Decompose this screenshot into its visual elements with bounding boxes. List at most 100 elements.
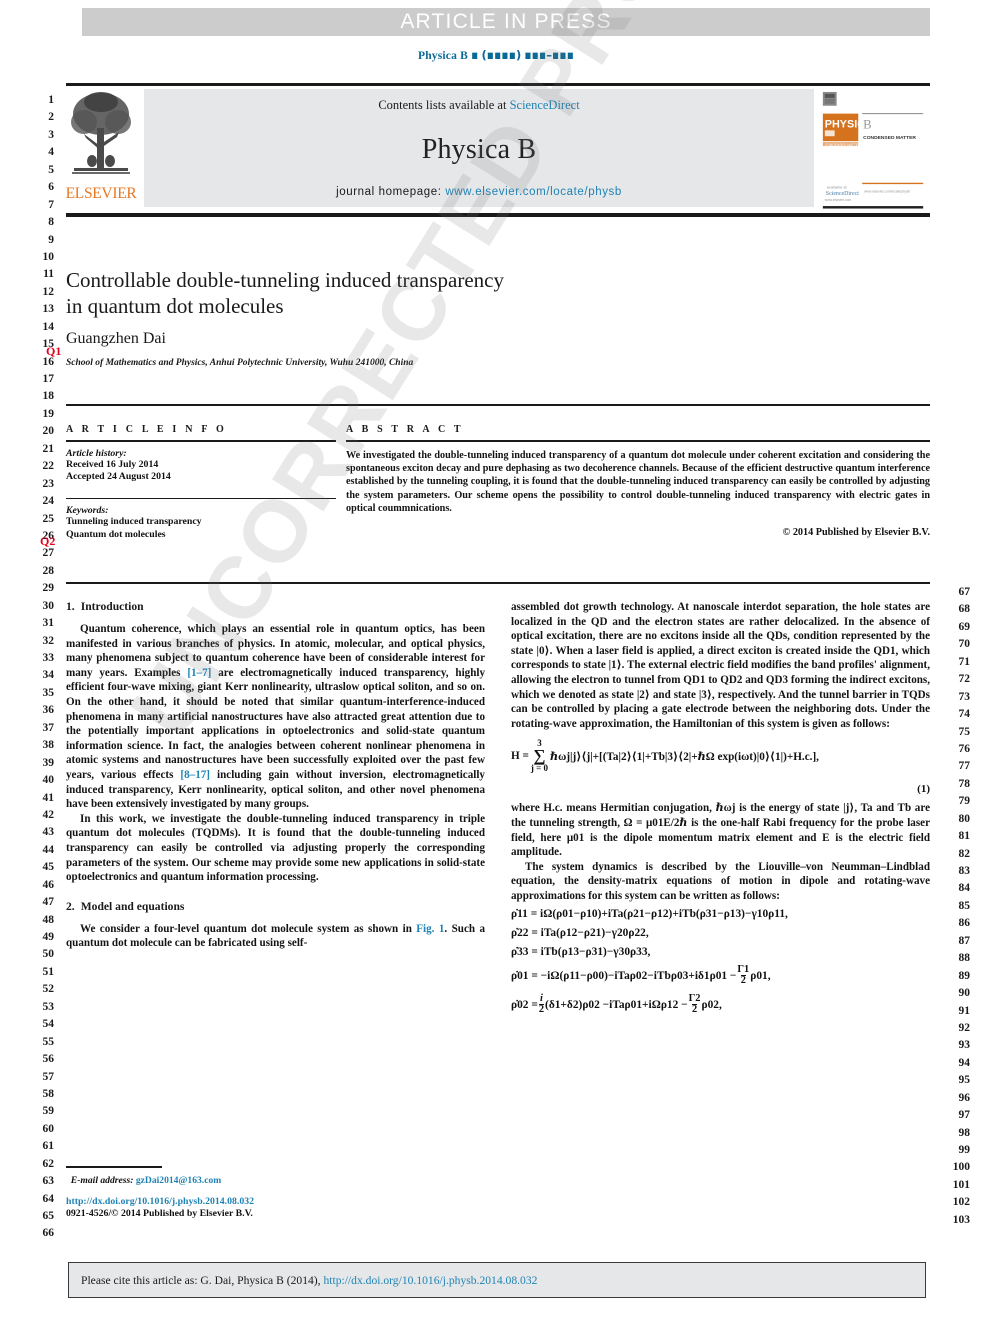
journal-cover-icon: PHYSICA CONDENSED MATTER B CONDENSED MAT… [822, 91, 924, 209]
equation-1: H = 3 ∑ j = 0 ℏωj|j⟩⟨j|+[(Ta|2⟩⟨1|+Tb|3⟩… [511, 739, 930, 796]
line-number: 23 [42, 477, 55, 490]
equation-1-number: (1) [917, 783, 930, 796]
right-paragraph-3: The system dynamics is described by the … [511, 860, 930, 903]
abstract-text: We investigated the double-tunneling ind… [346, 449, 930, 515]
citation-link-8-17[interactable]: [8–17] [180, 769, 210, 781]
email-link[interactable]: gzDai2014@163.com [136, 1175, 221, 1186]
line-number: 90 [958, 987, 971, 1000]
figure-reference-link[interactable]: Fig. 1 [416, 923, 444, 935]
svg-text:ScienceDirect: ScienceDirect [826, 191, 859, 197]
equation-rho22: ρ̇22 = iTa(ρ12−ρ21)−γ20ρ22, [511, 926, 649, 939]
email-footnote: E-mail address: gzDai2014@163.com [66, 1175, 485, 1186]
keyword-item: Quantum dot molecules [66, 528, 166, 540]
line-number: 76 [958, 742, 971, 755]
line-number: 65 [42, 1210, 55, 1222]
citation-link-1-7[interactable]: [1–7] [187, 667, 211, 679]
doi-link[interactable]: http://dx.doi.org/10.1016/j.physb.2014.0… [66, 1196, 485, 1209]
body-columns: 1. Introduction Quantum coherence, which … [66, 600, 930, 1023]
line-number: 98 [958, 1126, 971, 1139]
line-number: 101 [952, 1178, 970, 1191]
line-number: 69 [958, 620, 971, 633]
running-ref-journal: Physica B [417, 50, 469, 62]
line-numbers-left: 1 2 3 4 5 6 7 8 9 10 11 12 13 14 15 16 17 18 19 20 21 22 23 24 2… [28, 92, 55, 1243]
line-number: 88 [958, 952, 971, 965]
line-number: 52 [42, 983, 55, 996]
line-number: 42 [42, 808, 55, 821]
right-paragraph-1: assembled dot growth technology. At nano… [511, 601, 930, 730]
article-in-press-label: ARTICLE IN PRESS [400, 10, 612, 33]
journal-homepage-link[interactable]: www.elsevier.com/locate/physb [445, 186, 622, 198]
intro-paragraph-2: In this work, we investigate the double-… [66, 812, 485, 884]
line-number: 55 [42, 1035, 55, 1048]
line-number: 83 [958, 865, 971, 877]
equation-rho02: ρ̇02 = i 2 (δ1+δ2)ρ02 −iTaρ01+iΩρ12 − Γ2… [511, 993, 930, 1016]
line-number: 5 [48, 163, 54, 176]
running-ref-year-block: (∎∎∎∎) [481, 48, 522, 62]
line-number: 64 [42, 1192, 55, 1205]
cite-bar-doi-link[interactable]: http://dx.doi.org/10.1016/j.physb.2014.0… [323, 1274, 537, 1287]
page-title: Controllable double-tunneling induced tr… [66, 268, 826, 319]
line-number: 21 [42, 442, 55, 455]
line-number: 32 [42, 634, 55, 647]
section-1-number: 1. [66, 600, 75, 613]
line-number: 99 [958, 1144, 971, 1156]
line-number: 72 [958, 673, 971, 686]
journal-homepage-label: journal homepage: [336, 186, 442, 198]
sigma-icon: ∑ [533, 746, 546, 766]
line-number: 12 [42, 285, 55, 298]
line-number: 81 [958, 830, 971, 843]
line-number: 2 [48, 111, 54, 124]
query-marker-q1[interactable]: Q1 [46, 344, 61, 359]
issn-copyright: 0921-4526/© 2014 Published by Elsevier B… [66, 1208, 253, 1220]
svg-text:www.elsevier.com: www.elsevier.com [825, 198, 852, 202]
line-number: 86 [958, 917, 971, 930]
equation-1-lhs: H = [511, 750, 529, 763]
line-number: 91 [958, 1004, 971, 1017]
line-number: 51 [42, 965, 55, 978]
line-number: 4 [48, 146, 54, 159]
keywords-label: Keywords: [66, 505, 109, 517]
line-number: 13 [42, 303, 55, 316]
line-number: 17 [42, 373, 55, 385]
line-number: 61 [42, 1140, 55, 1153]
line-number: 40 [42, 774, 55, 787]
keyword-item: Tunneling induced transparency [66, 516, 202, 528]
line-number: 20 [42, 425, 55, 438]
running-journal-reference: Physica B ∎ (∎∎∎∎) ∎∎∎–∎∎∎ [0, 48, 992, 62]
right-paragraph-2: where H.c. means Hermitian conjugation, … [511, 802, 930, 859]
title-block: Controllable double-tunneling induced tr… [66, 268, 826, 368]
cite-bar-text: Please cite this article as: G. Dai, Phy… [81, 1273, 321, 1287]
line-number: 54 [42, 1018, 55, 1031]
abstract-rule [346, 440, 930, 442]
line-number: 59 [42, 1105, 55, 1118]
equation-1-rhs: ℏωj|j⟩⟨j|+[(Ta|2⟩⟨1|+Tb|3⟩⟨2|+ℏΩ exp(iωt… [550, 751, 819, 764]
sciencedirect-link[interactable]: ScienceDirect [510, 98, 580, 112]
author-affiliation: School of Mathematics and Physics, Anhui… [66, 358, 414, 368]
line-number: 33 [42, 652, 55, 664]
line-number: 22 [42, 460, 55, 473]
line-number: 56 [42, 1053, 55, 1066]
article-in-press-band: ARTICLE IN PRESS [82, 8, 930, 36]
line-number: 18 [42, 390, 55, 403]
line-number: 97 [958, 1109, 971, 1122]
line-number: 47 [42, 896, 55, 909]
query-marker-q2[interactable]: Q2 [40, 534, 55, 549]
line-number: 31 [42, 617, 55, 630]
model-paragraph-1: We consider a four-level quantum dot mol… [66, 922, 485, 950]
title-line-1: Controllable double-tunneling induced tr… [66, 268, 504, 292]
contents-available-line: Contents lists available at ScienceDirec… [378, 98, 579, 113]
equation-rho01-numerator: Γ1 [737, 963, 750, 975]
line-number: 77 [958, 760, 971, 773]
equation-rho02-part-a: ρ̇02 = [511, 998, 538, 1011]
elsevier-logo: ELSEVIER [66, 86, 138, 210]
abstract-column: A B S T R A C T We investigated the doub… [346, 424, 930, 541]
line-number: 34 [42, 669, 55, 682]
article-info-rule-top [66, 440, 336, 442]
equation-1-body: H = 3 ∑ j = 0 ℏωj|j⟩⟨j|+[(Ta|2⟩⟨1|+Tb|3⟩… [511, 739, 930, 773]
equation-1-sum-lower: j = 0 [530, 763, 549, 774]
author-name: Guangzhen Dai [66, 330, 166, 347]
abstract-heading: A B S T R A C T [346, 424, 464, 435]
equation-rho02-part-b: ρ02, [701, 998, 722, 1011]
journal-cover-thumbnail: PHYSICA CONDENSED MATTER B CONDENSED MAT… [820, 86, 930, 210]
svg-text:CONDENSED MATTER: CONDENSED MATTER [825, 143, 861, 147]
